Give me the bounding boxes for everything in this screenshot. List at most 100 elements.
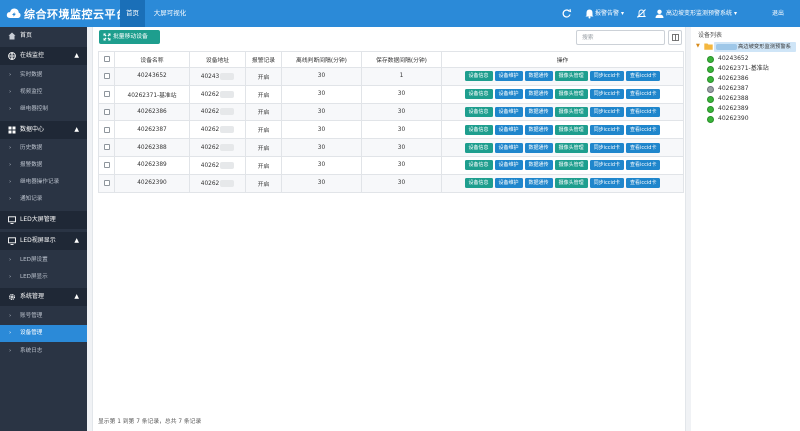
device-info-button[interactable]: 设备信息 xyxy=(464,124,493,135)
data-passthrough-button[interactable]: 数据通传 xyxy=(524,178,553,189)
data-passthrough-button[interactable]: 数据通传 xyxy=(524,71,553,82)
data-passthrough-button[interactable]: 数据通传 xyxy=(524,142,553,153)
device-maintain-button[interactable]: 设备维护 xyxy=(494,89,523,100)
sync-iccid-button[interactable]: 同步iccid卡 xyxy=(589,124,625,135)
select-all-checkbox[interactable] xyxy=(103,56,110,63)
sidebar-item-relay-log[interactable]: › 继电器操作记录 xyxy=(0,174,87,191)
alarm-menu[interactable]: 报警告警 ▾ xyxy=(595,0,624,27)
batch-move-button[interactable]: 批量移动设备 xyxy=(99,30,160,44)
logout-button[interactable]: 退出 xyxy=(772,0,784,27)
camera-manage-button[interactable]: 摄像头管理 xyxy=(554,142,588,153)
row-select-cell[interactable] xyxy=(98,173,115,193)
sync-iccid-button[interactable]: 同步iccid卡 xyxy=(589,142,625,153)
device-info-button[interactable]: 设备信息 xyxy=(464,106,493,117)
view-iccid-button[interactable]: 查看iccid卡 xyxy=(626,124,661,135)
sidebar-item-video[interactable]: › 视频监控 xyxy=(0,84,87,101)
caret-down-icon[interactable]: ▼ xyxy=(696,43,700,49)
mute-icon[interactable] xyxy=(636,8,647,19)
tree-device-node[interactable]: 40262387 xyxy=(707,84,749,94)
device-maintain-button[interactable]: 设备维护 xyxy=(494,142,523,153)
sync-iccid-button[interactable]: 同步iccid卡 xyxy=(589,160,625,171)
row-checkbox[interactable] xyxy=(103,162,110,169)
sidebar-item-realtime[interactable]: › 实时数据 xyxy=(0,67,87,84)
row-select-cell[interactable] xyxy=(98,155,115,175)
row-select-cell[interactable] xyxy=(98,67,115,86)
sync-iccid-button[interactable]: 同步iccid卡 xyxy=(589,106,625,117)
camera-manage-button[interactable]: 摄像头管理 xyxy=(554,89,588,100)
row-checkbox[interactable] xyxy=(103,90,110,97)
row-select-cell[interactable] xyxy=(98,102,115,122)
row-checkbox[interactable] xyxy=(103,73,110,80)
row-select-cell[interactable] xyxy=(98,138,115,157)
view-iccid-button[interactable]: 查看iccid卡 xyxy=(626,178,661,189)
sidebar-item-accounts[interactable]: › 账号管理 xyxy=(0,308,87,325)
sidebar-item-syslog[interactable]: › 系统日志 xyxy=(0,343,87,360)
tree-device-node[interactable]: 40262388 xyxy=(707,94,749,104)
tree-device-node[interactable]: 40262371-基准站 xyxy=(707,64,769,74)
sidebar-item-led-show[interactable]: › LED屏显示 xyxy=(0,269,87,286)
sidebar-group-system[interactable]: 系统管理 ▲ xyxy=(0,288,87,306)
view-iccid-button[interactable]: 查看iccid卡 xyxy=(626,89,661,100)
data-passthrough-button[interactable]: 数据通传 xyxy=(524,160,553,171)
camera-manage-button[interactable]: 摄像头管理 xyxy=(554,106,588,117)
tree-device-node[interactable]: 40243652 xyxy=(707,54,749,64)
device-info-button[interactable]: 设备信息 xyxy=(464,178,493,189)
tree-device-node[interactable]: 40262386 xyxy=(707,74,749,84)
col-header-address[interactable]: 设备地址 xyxy=(189,51,246,68)
data-passthrough-button[interactable]: 数据通传 xyxy=(524,89,553,100)
camera-manage-button[interactable]: 摄像头管理 xyxy=(554,124,588,135)
tree-device-node[interactable]: 40262389 xyxy=(707,104,749,114)
sync-iccid-button[interactable]: 同步iccid卡 xyxy=(589,71,625,82)
tree-root-node[interactable]: ▼ 高边坡变形监测预警系 xyxy=(696,42,798,52)
tab-dashboard[interactable]: 大屏可视化 xyxy=(150,0,190,27)
sidebar-item-history[interactable]: › 历史数据 xyxy=(0,140,87,157)
sidebar-group-led-manage[interactable]: LED大屏管理 xyxy=(0,211,87,229)
col-header-save[interactable]: 保存数据间隔(分钟) xyxy=(361,51,442,68)
row-select-cell[interactable] xyxy=(98,120,115,140)
tab-home[interactable]: 首页 xyxy=(120,0,145,27)
camera-manage-button[interactable]: 摄像头管理 xyxy=(554,71,588,82)
tree-device-node[interactable]: 40262390 xyxy=(707,114,749,124)
col-header-alarm[interactable]: 报警记录 xyxy=(245,51,282,68)
device-info-button[interactable]: 设备信息 xyxy=(464,142,493,153)
view-iccid-button[interactable]: 查看iccid卡 xyxy=(626,106,661,117)
row-checkbox[interactable] xyxy=(103,108,110,115)
org-menu[interactable]: 高边坡变形监测预警系统 ▾ xyxy=(666,0,737,27)
col-header-offline[interactable]: 离线判断间隔(分钟) xyxy=(281,51,362,68)
sidebar-item-notify-log[interactable]: › 通知记录 xyxy=(0,191,87,208)
sync-iccid-button[interactable]: 同步iccid卡 xyxy=(589,178,625,189)
device-info-button[interactable]: 设备信息 xyxy=(464,89,493,100)
sidebar-item-alarm-data[interactable]: › 报警数据 xyxy=(0,157,87,174)
row-select-cell[interactable] xyxy=(98,84,115,104)
camera-manage-button[interactable]: 摄像头管理 xyxy=(554,178,588,189)
device-info-button[interactable]: 设备信息 xyxy=(464,160,493,171)
data-passthrough-button[interactable]: 数据通传 xyxy=(524,124,553,135)
device-maintain-button[interactable]: 设备维护 xyxy=(494,178,523,189)
col-header-name[interactable]: 设备名称 xyxy=(114,51,190,68)
sidebar-item-devices[interactable]: › 设备管理 xyxy=(0,325,87,342)
sync-iccid-button[interactable]: 同步iccid卡 xyxy=(589,89,625,100)
device-maintain-button[interactable]: 设备维护 xyxy=(494,124,523,135)
sidebar-item-relay[interactable]: › 继电器控制 xyxy=(0,101,87,118)
row-checkbox[interactable] xyxy=(103,179,110,186)
sidebar-item-led-settings[interactable]: › LED屏设置 xyxy=(0,252,87,269)
row-checkbox[interactable] xyxy=(103,144,110,151)
data-passthrough-button[interactable]: 数据通传 xyxy=(524,106,553,117)
view-iccid-button[interactable]: 查看iccid卡 xyxy=(626,142,661,153)
row-checkbox[interactable] xyxy=(103,126,110,133)
device-info-button[interactable]: 设备信息 xyxy=(464,71,493,82)
columns-toggle-button[interactable] xyxy=(668,30,682,45)
search-input[interactable] xyxy=(576,30,665,45)
view-iccid-button[interactable]: 查看iccid卡 xyxy=(626,160,661,171)
device-maintain-button[interactable]: 设备维护 xyxy=(494,160,523,171)
refresh-icon[interactable] xyxy=(561,8,572,19)
sidebar-item-home[interactable]: 首页 xyxy=(0,27,87,45)
camera-manage-button[interactable]: 摄像头管理 xyxy=(554,160,588,171)
select-all-cell[interactable] xyxy=(98,51,115,68)
device-maintain-button[interactable]: 设备维护 xyxy=(494,106,523,117)
alarm-bell-icon[interactable] xyxy=(584,8,595,19)
sidebar-group-online[interactable]: 在线监控 ▲ xyxy=(0,47,87,65)
device-maintain-button[interactable]: 设备维护 xyxy=(494,71,523,82)
view-iccid-button[interactable]: 查看iccid卡 xyxy=(626,71,661,82)
tree-root-selected[interactable]: 高边坡变形监测预警系 xyxy=(714,42,796,52)
